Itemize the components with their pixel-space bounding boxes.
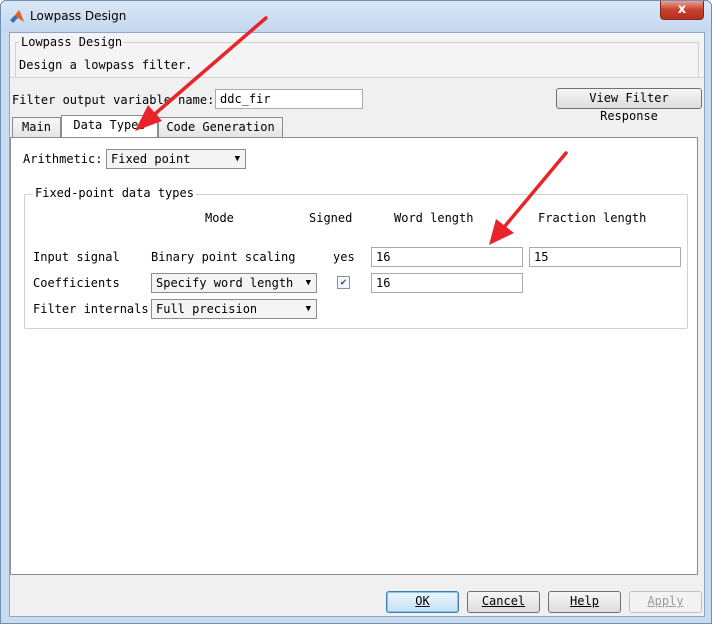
filter-internals-mode-select[interactable]: Full precision ▼ (151, 299, 317, 319)
column-header-word-length: Word length (394, 211, 474, 225)
dialog-footer: OK Cancel Help Apply (10, 581, 704, 617)
arithmetic-value: Fixed point (111, 152, 191, 166)
column-header-signed: Signed (309, 211, 353, 225)
dropdown-arrow-icon: ▼ (305, 278, 311, 288)
header-description: Design a lowpass filter. (19, 58, 193, 72)
cancel-button-label: Cancel (481, 594, 526, 608)
input-signal-word-length[interactable]: 16 (371, 247, 523, 267)
title-bar[interactable]: Lowpass Design x (1, 1, 711, 32)
coefficients-mode-value: Specify word length (156, 276, 294, 290)
header-title: Lowpass Design (19, 35, 125, 49)
matlab-logo-icon (10, 10, 24, 23)
dropdown-arrow-icon: ▼ (305, 304, 311, 314)
view-filter-response-button[interactable]: View Filter Response (556, 88, 702, 123)
dialog-client: Lowpass Design Design a lowpass filter. … (9, 32, 705, 617)
filter-var-input[interactable]: ddc_fir (215, 89, 363, 109)
cancel-button[interactable]: Cancel (467, 591, 540, 613)
coefficients-label: Coefficients (33, 276, 120, 290)
close-icon: x (677, 2, 687, 17)
apply-button[interactable]: Apply (629, 591, 702, 613)
input-signal-label: Input signal (33, 250, 120, 264)
help-button[interactable]: Help (548, 591, 621, 613)
column-header-mode: Mode (205, 211, 234, 225)
dropdown-arrow-icon: ▼ (234, 154, 240, 164)
tab-data-types[interactable]: Data Types (61, 115, 158, 137)
help-button-label: Help (570, 594, 599, 608)
ok-button-label: OK (415, 594, 430, 608)
checkmark-icon: ✔ (340, 277, 347, 288)
data-types-panel: Arithmetic: Fixed point ▼ Fixed-point da… (10, 137, 698, 575)
filter-internals-mode-value: Full precision (156, 302, 258, 316)
column-header-fraction-length: Fraction length (538, 211, 647, 225)
tab-code-generation[interactable]: Code Generation (158, 117, 283, 137)
filter-internals-label: Filter internals (33, 302, 149, 316)
coefficients-mode-select[interactable]: Specify word length ▼ (151, 273, 317, 293)
header-group: Lowpass Design Design a lowpass filter. (10, 33, 704, 78)
apply-button-label: Apply (647, 594, 684, 608)
tab-main[interactable]: Main (12, 117, 61, 137)
input-signal-fraction-length[interactable]: 15 (529, 247, 681, 267)
filter-var-label: Filter output variable name: (12, 93, 215, 107)
ok-button[interactable]: OK (386, 591, 459, 613)
fixed-point-group-title: Fixed-point data types (33, 186, 196, 200)
coefficients-signed-checkbox[interactable]: ✔ (337, 276, 350, 289)
input-signal-signed: yes (333, 250, 355, 264)
arithmetic-label: Arithmetic: (23, 152, 103, 166)
window-title: Lowpass Design (30, 9, 127, 23)
arithmetic-select[interactable]: Fixed point ▼ (106, 149, 246, 169)
close-button[interactable]: x (660, 1, 704, 20)
coefficients-word-length[interactable]: 16 (371, 273, 523, 293)
fixed-point-group: Fixed-point data types Mode Signed Word … (24, 186, 688, 329)
input-signal-mode: Binary point scaling (151, 250, 296, 264)
dialog-window: Lowpass Design x Lowpass Design Design a… (0, 0, 712, 624)
